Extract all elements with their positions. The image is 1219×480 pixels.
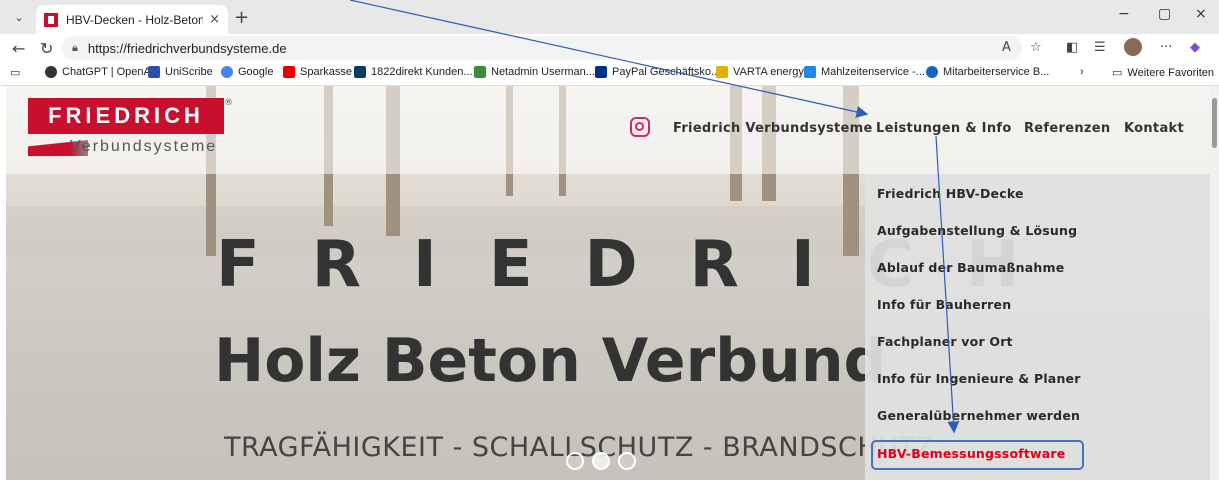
google-icon [221, 66, 233, 78]
bookmark-chatgpt[interactable]: ChatGPT | OpenAI [45, 66, 154, 78]
bookmark-paypal[interactable]: PayPal Geschäftsko... [595, 66, 720, 78]
leistungen-dropdown-menu: Friedrich HBV-Decke Aufgabenstellung & L… [865, 174, 1210, 480]
web-page: FRIEDRICH ® Verbundsysteme Friedrich Ver… [6, 86, 1210, 480]
slider-dot[interactable] [566, 452, 584, 470]
bookmark-label: Netadmin Userman... [491, 66, 595, 78]
bookmark-sparkasse[interactable]: Sparkasse [283, 66, 352, 78]
menu-item-ablauf[interactable]: Ablauf der Baumaßnahme [877, 260, 1064, 275]
grid-icon [804, 66, 816, 78]
other-favorites[interactable]: ▭ Weitere Favoriten [1112, 66, 1215, 80]
url-text: https://friedrichverbundsysteme.de [87, 40, 287, 56]
logo-subtitle-text: Verbundsysteme [70, 138, 218, 155]
bookmark-label: VARTA energy [733, 66, 804, 78]
sparkasse-icon [283, 66, 295, 78]
site-favicon-icon [44, 12, 58, 27]
minimize-icon[interactable]: − [1118, 6, 1130, 22]
bookmark-mitarbeiterservice[interactable]: Mitarbeiterservice B... [926, 66, 1049, 78]
uniscribe-icon [148, 66, 160, 78]
menu-item-bemessungssoftware[interactable]: HBV-Bemessungssoftware [877, 446, 1065, 461]
menu-item-generalunternehmer[interactable]: Generalübernehmer werden [877, 408, 1080, 423]
slider-dot-active[interactable] [592, 452, 610, 470]
slider-dots [566, 452, 636, 470]
bookmark-netadmin[interactable]: Netadmin Userman... [474, 66, 595, 78]
profile-avatar[interactable] [1124, 38, 1142, 56]
menu-item-bauherren[interactable]: Info für Bauherren [877, 297, 1011, 312]
new-tab-icon[interactable]: + [234, 7, 249, 28]
folder-icon: ▭ [1112, 67, 1123, 79]
menu-item-ingenieure[interactable]: Info für Ingenieure & Planer [877, 371, 1081, 386]
page-scrollbar[interactable] [1210, 86, 1219, 480]
menu-item-hbv-decke[interactable]: Friedrich HBV-Decke [877, 186, 1024, 201]
copilot-icon[interactable]: ◆ [1190, 40, 1200, 55]
back-arrow-icon[interactable]: ← [12, 39, 25, 58]
friedrich-logo[interactable]: FRIEDRICH [28, 98, 224, 134]
slider-dot[interactable] [618, 452, 636, 470]
tab-actions-chevron-icon[interactable]: ⌄ [8, 7, 30, 27]
bookmark-label: ChatGPT | OpenAI [62, 66, 154, 78]
nav-kontakt[interactable]: Kontakt [1124, 121, 1184, 136]
logo-subtitle: Verbundsysteme [28, 136, 224, 158]
nav-referenzen[interactable]: Referenzen [1024, 121, 1110, 136]
registered-mark-icon: ® [224, 98, 233, 108]
read-aloud-icon[interactable]: A [1002, 40, 1011, 55]
other-favorites-label: Weitere Favoriten [1127, 66, 1215, 79]
window-close-icon[interactable]: × [1195, 6, 1207, 22]
bookmark-google[interactable]: Google [221, 66, 273, 78]
bookmark-label: Sparkasse [300, 66, 352, 78]
bookmark-1822direkt[interactable]: 1822direkt Kunden... [354, 66, 473, 78]
more-menu-icon[interactable]: ··· [1160, 40, 1172, 55]
bookmarks-bar: ▭ ChatGPT | OpenAI UniScribe Google Spar… [0, 62, 1219, 86]
tab-title: HBV-Decken - Holz-Beton-Verbur [66, 12, 204, 27]
varta-icon [716, 66, 728, 78]
instagram-icon[interactable] [630, 117, 650, 137]
maximize-icon[interactable]: ▢ [1158, 6, 1171, 22]
favorite-star-icon[interactable]: ☆ [1030, 40, 1042, 55]
extensions-icon[interactable]: ◧ [1066, 40, 1078, 55]
bookmark-label: PayPal Geschäftsko... [612, 66, 721, 78]
bookmark-label: Mitarbeiterservice B... [943, 66, 1050, 78]
browser-tab-active[interactable]: HBV-Decken - Holz-Beton-Verbur × [36, 5, 228, 34]
bookmark-uniscribe[interactable]: UniScribe [148, 66, 213, 78]
scrollbar-thumb[interactable] [1212, 98, 1217, 148]
netadmin-icon [474, 66, 486, 78]
tabs-overview-icon[interactable]: ▭ [10, 66, 20, 79]
url-field[interactable]: 🔒︎ https://friedrichverbundsysteme.de [62, 36, 1022, 60]
bookmark-label: 1822direkt Kunden... [371, 66, 473, 78]
menu-item-fachplaner[interactable]: Fachplaner vor Ort [877, 334, 1013, 349]
address-bar-row: ← ↻ 🔒︎ https://friedrichverbundsysteme.d… [0, 34, 1219, 62]
bookmarks-overflow-chevron-icon[interactable]: › [1080, 66, 1084, 78]
bank-icon [354, 66, 366, 78]
favorites-list-icon[interactable]: ☰ [1094, 40, 1106, 55]
refresh-icon[interactable]: ↻ [40, 39, 53, 58]
nav-leistungen-info[interactable]: Leistungen & Info [876, 121, 1012, 136]
lock-icon: 🔒︎ [72, 41, 78, 54]
nav-friedrich-verbundsysteme[interactable]: Friedrich Verbundsysteme [673, 121, 873, 136]
paypal-icon [595, 66, 607, 78]
tab-close-icon[interactable]: × [209, 12, 220, 27]
openai-icon [45, 66, 57, 78]
globe-icon [926, 66, 938, 78]
menu-item-aufgabenstellung[interactable]: Aufgabenstellung & Lösung [877, 223, 1077, 238]
bookmark-mahlzeitenservice[interactable]: Mahlzeitenservice -... [804, 66, 925, 78]
bookmark-label: UniScribe [165, 66, 213, 78]
hero-subtitle: Holz Beton Verbund [214, 326, 887, 396]
bookmark-varta[interactable]: VARTA energy [716, 66, 804, 78]
bookmark-label: Mahlzeitenservice -... [821, 66, 925, 78]
browser-tab-bar: ⌄ HBV-Decken - Holz-Beton-Verbur × + − ▢… [0, 0, 1219, 34]
bookmark-label: Google [238, 66, 274, 78]
